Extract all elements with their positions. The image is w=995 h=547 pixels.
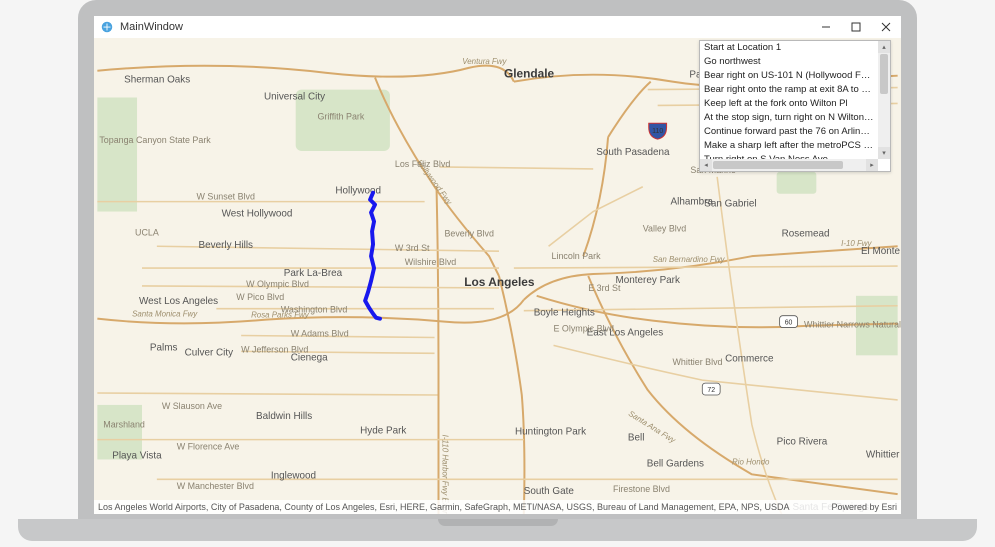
label-inglewood: Inglewood xyxy=(271,470,316,481)
svg-text:72: 72 xyxy=(707,387,715,394)
titlebar: MainWindow xyxy=(94,16,901,39)
scroll-thumb[interactable] xyxy=(880,54,888,94)
laptop-base xyxy=(18,519,977,541)
list-item[interactable]: Make a sharp left after the metroPCS on … xyxy=(700,139,878,153)
label-whittier-narrows: Whittier Narrows Natural Area xyxy=(804,320,901,330)
attribution-bar: Los Angeles World Airports, City of Pasa… xyxy=(94,500,901,514)
label-palms: Palms xyxy=(150,342,178,353)
label-huntington-park: Huntington Park xyxy=(515,427,586,438)
label-boyle: Boyle Heights xyxy=(534,308,595,319)
app-icon xyxy=(100,20,114,34)
st-firestone: Firestone Blvd xyxy=(613,484,670,494)
label-sherman-oaks: Sherman Oaks xyxy=(124,75,190,86)
powered-by: Powered by Esri xyxy=(831,502,897,512)
st-wash: Washington Blvd xyxy=(281,305,348,315)
st-slauson: W Slauson Ave xyxy=(162,401,222,411)
scroll-left-button[interactable]: ◂ xyxy=(700,159,712,171)
label-bell-gardens: Bell Gardens xyxy=(647,458,704,469)
label-south-pasadena: South Pasadena xyxy=(596,147,670,158)
label-culver: Culver City xyxy=(185,347,233,358)
vertical-scrollbar[interactable]: ▴ ▾ xyxy=(878,41,890,159)
label-hyde: Hyde Park xyxy=(360,426,406,437)
horizontal-scrollbar[interactable]: ◂ ▸ xyxy=(700,159,878,171)
st-adams: W Adams Blvd xyxy=(291,328,349,338)
label-universal-city: Universal City xyxy=(264,91,325,102)
shield-72: 72 xyxy=(702,383,720,395)
label-baldwin: Baldwin Hills xyxy=(256,411,312,422)
st-manchester: W Manchester Blvd xyxy=(177,481,254,491)
label-griffith: Griffith Park xyxy=(318,111,365,121)
window-title: MainWindow xyxy=(120,21,811,33)
st-jeff: W Jefferson Blvd xyxy=(241,344,308,354)
list-item[interactable]: Go northwest xyxy=(700,55,878,69)
maximize-button[interactable] xyxy=(841,16,871,38)
label-beverly-hills: Beverly Hills xyxy=(199,240,254,251)
attribution-text: Los Angeles World Airports, City of Pasa… xyxy=(98,502,790,512)
label-monterey: Monterey Park xyxy=(616,275,680,286)
st-sunset: W Sunset Blvd xyxy=(197,192,255,202)
list-item[interactable]: Start at Location 1 xyxy=(700,41,878,55)
label-lincoln: Lincoln Park xyxy=(552,251,602,261)
list-item[interactable]: Bear right on US-101 N (Hollywood Fwy) xyxy=(700,69,878,83)
label-pico-rivera: Pico Rivera xyxy=(777,437,828,448)
label-san-gabriel: San Gabriel xyxy=(704,199,756,210)
st-florence: W Florence Ave xyxy=(177,442,240,452)
directions-list[interactable]: Start at Location 1 Go northwest Bear ri… xyxy=(700,41,878,159)
fwy-santamon: Santa Monica Fwy xyxy=(132,310,198,319)
list-item[interactable]: Keep left at the fork onto Wilton Pl xyxy=(700,97,878,111)
label-rosemead: Rosemead xyxy=(782,228,830,239)
label-los-angeles: Los Angeles xyxy=(464,275,535,289)
fwy-ventura: Ventura Fwy xyxy=(462,57,507,66)
label-west-hollywood: West Hollywood xyxy=(222,209,293,220)
st-beverly: Beverly Blvd xyxy=(444,228,494,238)
scroll-right-button[interactable]: ▸ xyxy=(866,159,878,171)
river-rio-hondo: Rio Hondo xyxy=(732,457,770,466)
directions-panel[interactable]: Start at Location 1 Go northwest Bear ri… xyxy=(699,40,891,172)
label-marshland: Marshland xyxy=(103,420,145,430)
list-item[interactable]: Continue forward past the 76 on Arlingto… xyxy=(700,125,878,139)
label-ucla: UCLA xyxy=(135,227,159,237)
st-wilshire: Wilshire Blvd xyxy=(405,257,457,267)
st-losfeliz: Los Feliz Blvd xyxy=(395,159,450,169)
st-3rdE: E 3rd St xyxy=(588,283,621,293)
label-whittier: Whittier xyxy=(866,449,900,460)
fwy-sanbern: San Bernardino Fwy xyxy=(653,255,726,264)
scroll-up-button[interactable]: ▴ xyxy=(878,41,890,53)
label-park-la-brea: Park La-Brea xyxy=(284,268,343,279)
st-olympic: W Olympic Blvd xyxy=(246,279,309,289)
st-olympicE: E Olympic Blvd xyxy=(554,324,614,334)
label-commerce: Commerce xyxy=(725,353,774,364)
scroll-thumb[interactable] xyxy=(713,161,843,169)
label-west-la: West Los Angeles xyxy=(139,296,218,307)
minimize-button[interactable] xyxy=(811,16,841,38)
label-glendale: Glendale xyxy=(504,67,555,81)
map-view[interactable]: Los Angeles Glendale Sherman Oaks Univer… xyxy=(94,38,901,514)
svg-text:110: 110 xyxy=(652,128,663,135)
svg-text:60: 60 xyxy=(785,320,793,327)
st-pico: W Pico Blvd xyxy=(236,292,284,302)
label-bell: Bell xyxy=(628,433,645,444)
list-item[interactable]: Bear right onto the ramp at exit 8A to S… xyxy=(700,83,878,97)
label-playa: Playa Vista xyxy=(112,450,162,461)
st-valley: Valley Blvd xyxy=(643,223,686,233)
label-topanga: Topanga Canyon State Park xyxy=(99,135,211,145)
scroll-down-button[interactable]: ▾ xyxy=(878,147,890,159)
label-south-gate: South Gate xyxy=(524,486,575,497)
st-3rdW: W 3rd St xyxy=(395,243,430,253)
shield-60: 60 xyxy=(780,316,798,328)
close-button[interactable] xyxy=(871,16,901,38)
st-whittier: Whittier Blvd xyxy=(673,357,723,367)
fwy-i10: I-10 Fwy xyxy=(841,239,872,248)
list-item[interactable]: At the stop sign, turn right on N Wilton… xyxy=(700,111,878,125)
